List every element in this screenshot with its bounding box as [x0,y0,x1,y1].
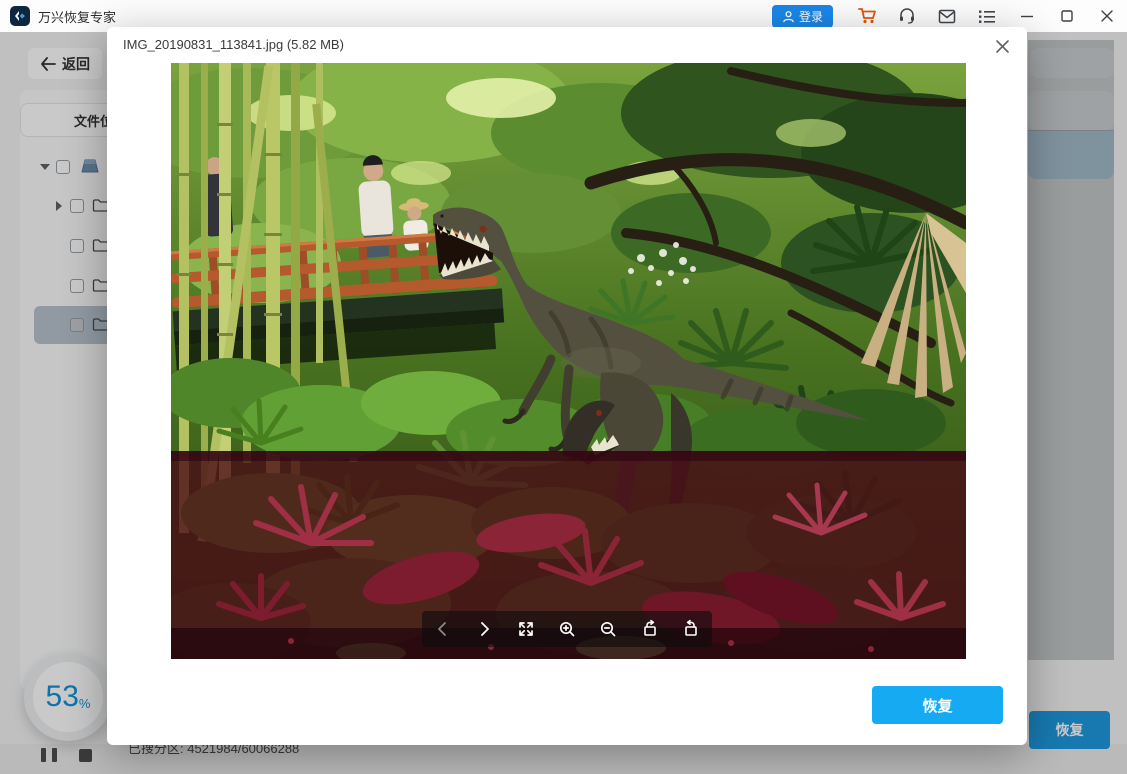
fullscreen-icon[interactable] [509,614,543,644]
maximize-icon[interactable] [1047,0,1087,32]
recover-label: 恢复 [922,695,952,716]
next-icon[interactable] [467,614,501,644]
user-icon [782,10,795,23]
rotate-left-icon[interactable] [674,614,708,644]
zoom-out-icon[interactable] [591,614,625,644]
window-title: 万兴恢复专家 [38,7,116,26]
preview-file-title: IMG_20190831_113841.jpg (5.82 MB) [123,27,344,63]
login-button[interactable]: 登录 [772,5,833,28]
login-label: 登录 [799,8,823,25]
viewer-toolbar [422,611,712,647]
close-icon[interactable] [1087,0,1127,32]
modal-close-icon[interactable] [989,33,1015,59]
preview-modal: IMG_20190831_113841.jpg (5.82 MB) [107,27,1027,745]
photo-preview [171,63,966,659]
rotate-right-icon[interactable] [633,614,667,644]
jungle-dinosaur-photo [171,63,966,659]
zoom-in-icon[interactable] [550,614,584,644]
previous-icon[interactable] [426,614,460,644]
recover-button-modal[interactable]: 恢复 [872,686,1003,724]
app-logo [10,6,30,26]
